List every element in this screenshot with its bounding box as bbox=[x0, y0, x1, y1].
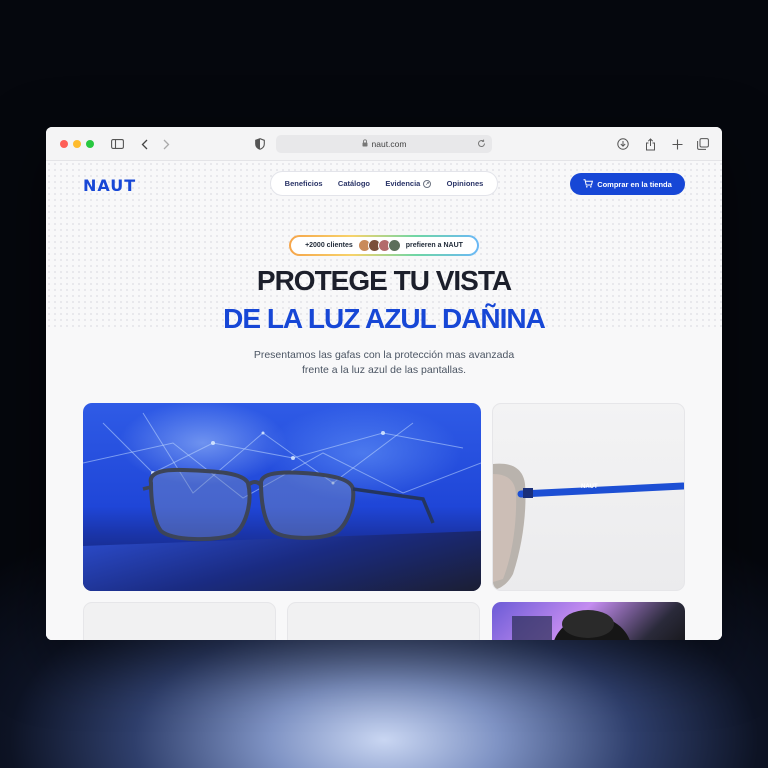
nav-item-catalogo[interactable]: Catálogo bbox=[338, 179, 370, 188]
hero-title-line2: DE LA LUZ AZUL DAÑINA bbox=[223, 303, 546, 334]
shop-button[interactable]: Comprar en la tienda bbox=[570, 173, 685, 195]
browser-toolbar: naut.com bbox=[46, 127, 722, 161]
new-tab-icon[interactable] bbox=[670, 135, 684, 153]
product-image-glasses-front bbox=[83, 403, 481, 591]
web-page: NAUT Beneficios Catálogo Evidencia ↗ Opi… bbox=[46, 161, 722, 640]
avatar bbox=[387, 239, 401, 252]
shop-button-label: Comprar en la tienda bbox=[597, 179, 672, 189]
tab-overview-icon[interactable] bbox=[696, 135, 710, 153]
badge-count: +2000 clientes bbox=[305, 242, 353, 249]
back-icon[interactable] bbox=[139, 135, 149, 153]
product-card-placeholder bbox=[287, 602, 480, 640]
product-card-placeholder bbox=[83, 602, 276, 640]
hero-subtitle-line2: frente a la luz azul de las pantallas. bbox=[301, 364, 467, 376]
product-image-glasses-side: NAUT bbox=[492, 403, 685, 591]
lock-icon bbox=[362, 139, 368, 149]
nav-item-evidencia[interactable]: Evidencia ↗ bbox=[385, 179, 432, 188]
minimize-window-button[interactable] bbox=[73, 140, 81, 148]
forward-icon[interactable] bbox=[161, 135, 171, 153]
nav-item-opiniones[interactable]: Opiniones bbox=[447, 179, 484, 188]
address-bar[interactable]: naut.com bbox=[276, 135, 492, 153]
nav-item-evidencia-label: Evidencia bbox=[385, 179, 421, 188]
nav-item-beneficios[interactable]: Beneficios bbox=[285, 179, 323, 188]
url-text: naut.com bbox=[371, 139, 407, 149]
badge-text: prefieren a NAUT bbox=[405, 242, 463, 249]
lifestyle-image bbox=[492, 602, 685, 640]
naut-logo[interactable]: NAUT bbox=[83, 176, 136, 195]
temple-brand-text: NAUT bbox=[581, 484, 598, 490]
shield-icon[interactable] bbox=[254, 135, 266, 153]
zoom-window-button[interactable] bbox=[86, 140, 94, 148]
glasses-illustration bbox=[142, 467, 435, 542]
customer-avatars bbox=[357, 239, 401, 252]
external-link-icon: ↗ bbox=[423, 179, 432, 188]
reload-icon[interactable] bbox=[477, 139, 486, 150]
share-icon[interactable] bbox=[643, 135, 657, 153]
cart-icon bbox=[583, 178, 594, 190]
hero-title-line1: PROTEGE TU VISTA bbox=[256, 265, 512, 296]
download-icon[interactable] bbox=[616, 135, 630, 153]
customers-badge: +2000 clientes prefieren a NAUT bbox=[289, 235, 479, 256]
browser-window: naut.com NAUT Beneficios Catálogo Eviden… bbox=[46, 127, 722, 640]
main-nav: Beneficios Catálogo Evidencia ↗ Opinione… bbox=[270, 171, 498, 196]
hero-subtitle: Presentamos las gafas con la protección … bbox=[226, 348, 542, 378]
sidebar-icon[interactable] bbox=[110, 135, 124, 153]
hero-subtitle-line1: Presentamos las gafas con la protección … bbox=[253, 349, 515, 361]
close-window-button[interactable] bbox=[60, 140, 68, 148]
glasses-side-illustration bbox=[493, 463, 684, 590]
